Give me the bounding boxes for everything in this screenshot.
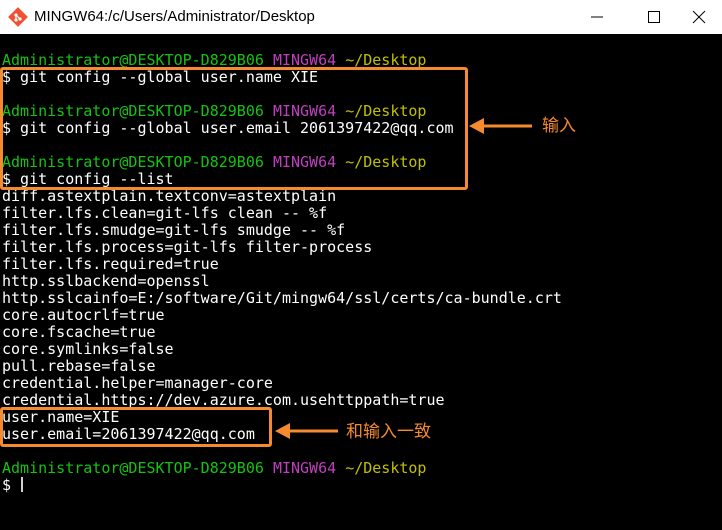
annotation-box-input [0, 67, 468, 190]
output-line: filter.lfs.required=true [2, 255, 219, 273]
output-line: core.autocrlf=true [2, 306, 165, 324]
annotation-box-match [0, 407, 272, 447]
prompt-line: Administrator@DESKTOP-D829B06 MINGW64 ~/… [2, 460, 426, 477]
prompt-path: ~/Desktop [345, 459, 427, 477]
annotation-label-match: 和输入一致 [346, 422, 431, 442]
output-line: pull.rebase=false [2, 357, 156, 375]
output-line: filter.lfs.clean=git-lfs clean -- %f [2, 204, 328, 222]
git-bash-icon [8, 7, 28, 27]
text-cursor [21, 477, 24, 492]
input-line[interactable]: $ [2, 476, 24, 494]
annotation-arrow-icon [275, 423, 338, 439]
output-line: core.fscache=true [2, 323, 156, 341]
annotation-arrow-icon [469, 118, 532, 134]
output-line: filter.lfs.smudge=git-lfs smudge -- %f [2, 221, 346, 239]
window-title: MINGW64:/c/Users/Administrator/Desktop [34, 8, 315, 25]
output-line: credential.helper=manager-core [2, 374, 273, 392]
prompt-symbol: $ [2, 476, 12, 494]
output-line: diff.astextplain.textconv=astextplain [2, 187, 337, 205]
close-icon [692, 10, 706, 24]
maximize-button[interactable] [631, 0, 677, 34]
window-titlebar[interactable]: MINGW64:/c/Users/Administrator/Desktop [0, 0, 722, 34]
maximize-icon [648, 11, 660, 23]
close-button[interactable] [676, 0, 722, 34]
output-line: core.symlinks=false [2, 340, 174, 358]
prompt-user-host: Administrator@DESKTOP-D829B06 [2, 459, 264, 477]
prompt-system: MINGW64 [272, 459, 337, 477]
minimize-icon [591, 16, 603, 18]
minimize-button[interactable] [574, 0, 620, 34]
annotation-label-input: 输入 [542, 116, 576, 136]
output-line: http.sslcainfo=E:/software/Git/mingw64/s… [2, 289, 562, 307]
output-line: http.sslbackend=openssl [2, 272, 210, 290]
output-line: filter.lfs.process=git-lfs filter-proces… [2, 238, 373, 256]
